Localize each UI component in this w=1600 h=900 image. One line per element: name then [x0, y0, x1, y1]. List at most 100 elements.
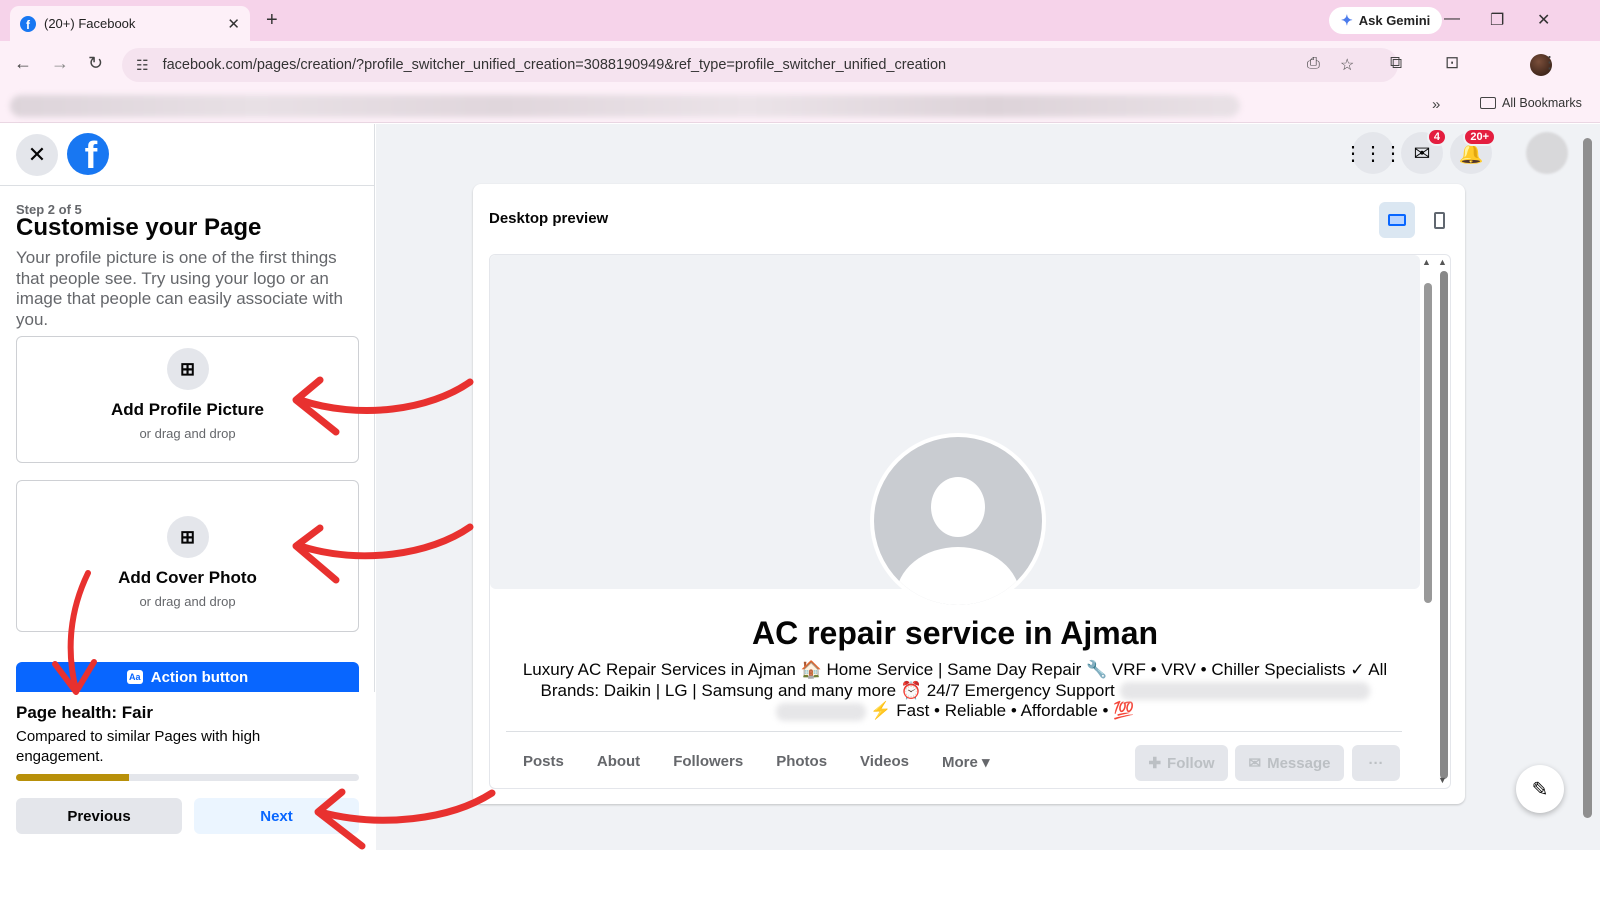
page-health-section: Page health: Fair Compared to similar Pa… [0, 692, 375, 850]
scroll-up-icon[interactable]: ▲ [1422, 257, 1431, 267]
install-app-icon[interactable]: ⎙ [1307, 55, 1320, 73]
previous-button[interactable]: Previous [16, 798, 182, 834]
desktop-view-toggle[interactable] [1379, 202, 1415, 238]
panel-description: Your profile picture is one of the first… [16, 248, 343, 329]
account-avatar[interactable] [1526, 132, 1568, 174]
menu-grid-button[interactable]: ⋮⋮⋮ [1343, 132, 1403, 174]
bookmarks-overflow-icon[interactable]: » [1432, 96, 1440, 113]
reload-icon[interactable]: ↻ [88, 53, 103, 74]
drag-drop-hint: or drag and drop [139, 426, 236, 441]
messenger-icon: ✉ [1248, 755, 1262, 772]
action-button[interactable]: Aa Action button [16, 662, 359, 692]
mobile-phone-icon [1433, 211, 1445, 229]
new-tab-button[interactable]: + [266, 9, 278, 32]
facebook-logo-icon[interactable]: f [67, 133, 109, 175]
minimize-icon[interactable]: — [1444, 10, 1460, 28]
forward-icon[interactable]: → [51, 53, 69, 74]
gemini-star-icon: ✦ [1341, 12, 1353, 28]
tab-followers[interactable]: Followers [673, 753, 743, 771]
add-profile-picture-card[interactable]: ⊞ Add Profile Picture or drag and drop [16, 336, 359, 463]
desktop-monitor-icon [1388, 214, 1406, 226]
drag-drop-hint: or drag and drop [139, 594, 236, 609]
bio-line-3: ⚡ Fast • Reliable • Affordable • 💯 [870, 701, 1135, 720]
extensions-icon[interactable]: ⧉ [1390, 53, 1402, 73]
bookmarks-bar [0, 89, 1600, 123]
next-button[interactable]: Next [194, 798, 359, 834]
page-health-progress-fill [16, 774, 130, 781]
add-cover-photo-title: Add Cover Photo [118, 568, 257, 587]
inner-scrollbar[interactable] [1424, 259, 1432, 784]
bookmark-star-icon[interactable]: ☆ [1340, 55, 1354, 75]
tab-title: (20+) Facebook [44, 16, 136, 31]
profile-picture-placeholder [870, 433, 1046, 609]
url-text[interactable]: facebook.com/pages/creation/?profile_swi… [163, 57, 947, 73]
follow-button[interactable]: ✚ Follow [1135, 745, 1228, 781]
facebook-favicon-icon: f [20, 15, 36, 32]
mobile-view-toggle[interactable] [1421, 202, 1457, 238]
page-tabs: Posts About Followers Photos Videos More… [523, 753, 990, 771]
window-close-icon[interactable]: ✕ [1537, 10, 1550, 30]
notifications-button[interactable]: 🔔 20+ [1450, 128, 1496, 174]
site-settings-icon[interactable]: ☷ [136, 57, 149, 74]
more-options-button[interactable]: ··· [1352, 745, 1400, 781]
caret-down-icon: ▾ [981, 754, 990, 771]
page-name: AC repair service in Ajman [751, 615, 1159, 651]
preview-label: Desktop preview [489, 210, 609, 227]
bio-line-1: Luxury AC Repair Services in Ajman 🏠 Hom… [522, 660, 1388, 679]
tab-videos[interactable]: Videos [860, 753, 909, 771]
page-scrollbar[interactable] [1583, 132, 1592, 822]
action-button-label: Action button [150, 668, 249, 686]
default-avatar-icon [874, 437, 1042, 605]
browser-tab-bar: f (20+) Facebook ✕ + ✦ Ask Gemini — ❐ ✕ [0, 0, 1600, 41]
panel-title: Customise your Page [16, 214, 262, 241]
notifications-badge: 20+ [1463, 128, 1496, 146]
add-profile-picture-title: Add Profile Picture [110, 400, 265, 419]
browser-toolbar: ← → ↻ ☷ facebook.com/pages/creation/?pro… [0, 41, 1600, 89]
messenger-icon: ✉ [1413, 142, 1431, 165]
messenger-button[interactable]: ✉ 4 [1401, 128, 1447, 174]
tab-about[interactable]: About [597, 753, 640, 771]
divider [506, 731, 1402, 732]
blurred-text [1119, 682, 1370, 701]
all-bookmarks-label: All Bookmarks [1502, 96, 1582, 110]
tab-close-icon[interactable]: ✕ [227, 15, 240, 33]
desktop-preview-card: Desktop preview AC repair service in Ajm… [473, 184, 1465, 804]
message-button[interactable]: ✉ Message [1235, 745, 1344, 781]
bio-line-2: Brands: Daikin | LG | Samsung and many m… [540, 680, 1115, 700]
outer-scrollbar[interactable] [1440, 259, 1448, 784]
blurred-bookmarks [10, 95, 1240, 117]
all-bookmarks-button[interactable]: All Bookmarks [1480, 96, 1582, 110]
tab-photos[interactable]: Photos [776, 753, 827, 771]
preview-area: ⋮⋮⋮ ✉ 4 🔔 20+ Desktop preview AC repair … [376, 124, 1600, 850]
close-button[interactable]: ✕ [16, 134, 58, 176]
page-health-title: Page health: Fair [16, 703, 153, 722]
blurred-text [775, 702, 866, 721]
scroll-up-icon[interactable]: ▲ [1438, 257, 1447, 267]
follow-icon: ✚ [1148, 755, 1162, 772]
scroll-down-icon[interactable]: ▼ [1438, 775, 1447, 785]
add-cover-photo-card[interactable]: ⊞ Add Cover Photo or drag and drop [16, 480, 359, 632]
folder-icon [1480, 97, 1496, 109]
add-photo-icon: ⊞ [166, 516, 209, 558]
back-icon[interactable]: ← [14, 53, 32, 74]
browser-tab[interactable]: f (20+) Facebook ✕ [10, 6, 250, 41]
follow-label: Follow [1167, 754, 1215, 772]
page-bio: Luxury AC Repair Services in Ajman 🏠 Hom… [514, 660, 1396, 722]
address-bar[interactable]: ☷ facebook.com/pages/creation/?profile_s… [122, 48, 1398, 82]
page-health-description: Compared to similar Pages with high enga… [16, 728, 261, 765]
compose-icon: ✎ [1531, 778, 1549, 801]
tab-more[interactable]: More ▾ [942, 753, 990, 771]
page-preview-frame: AC repair service in Ajman Luxury AC Rep… [489, 254, 1451, 789]
ask-gemini-button[interactable]: ✦ Ask Gemini [1329, 7, 1443, 34]
tab-search-icon[interactable]: ⊡ [1445, 53, 1459, 73]
grid-icon: ⋮⋮⋮ [1343, 142, 1403, 165]
new-message-button[interactable]: ✎ [1516, 765, 1564, 813]
page-creation-panel: ✕ f Step 2 of 5 Customise your Page Your… [0, 124, 375, 850]
message-label: Message [1267, 754, 1331, 772]
action-button-icon: Aa [126, 670, 143, 684]
add-photo-icon: ⊞ [166, 348, 209, 390]
restore-icon[interactable]: ❐ [1490, 10, 1504, 30]
messenger-badge: 4 [1426, 128, 1447, 146]
tab-posts[interactable]: Posts [523, 753, 564, 771]
browser-menu-icon[interactable]: ⋮ [1541, 53, 1558, 73]
